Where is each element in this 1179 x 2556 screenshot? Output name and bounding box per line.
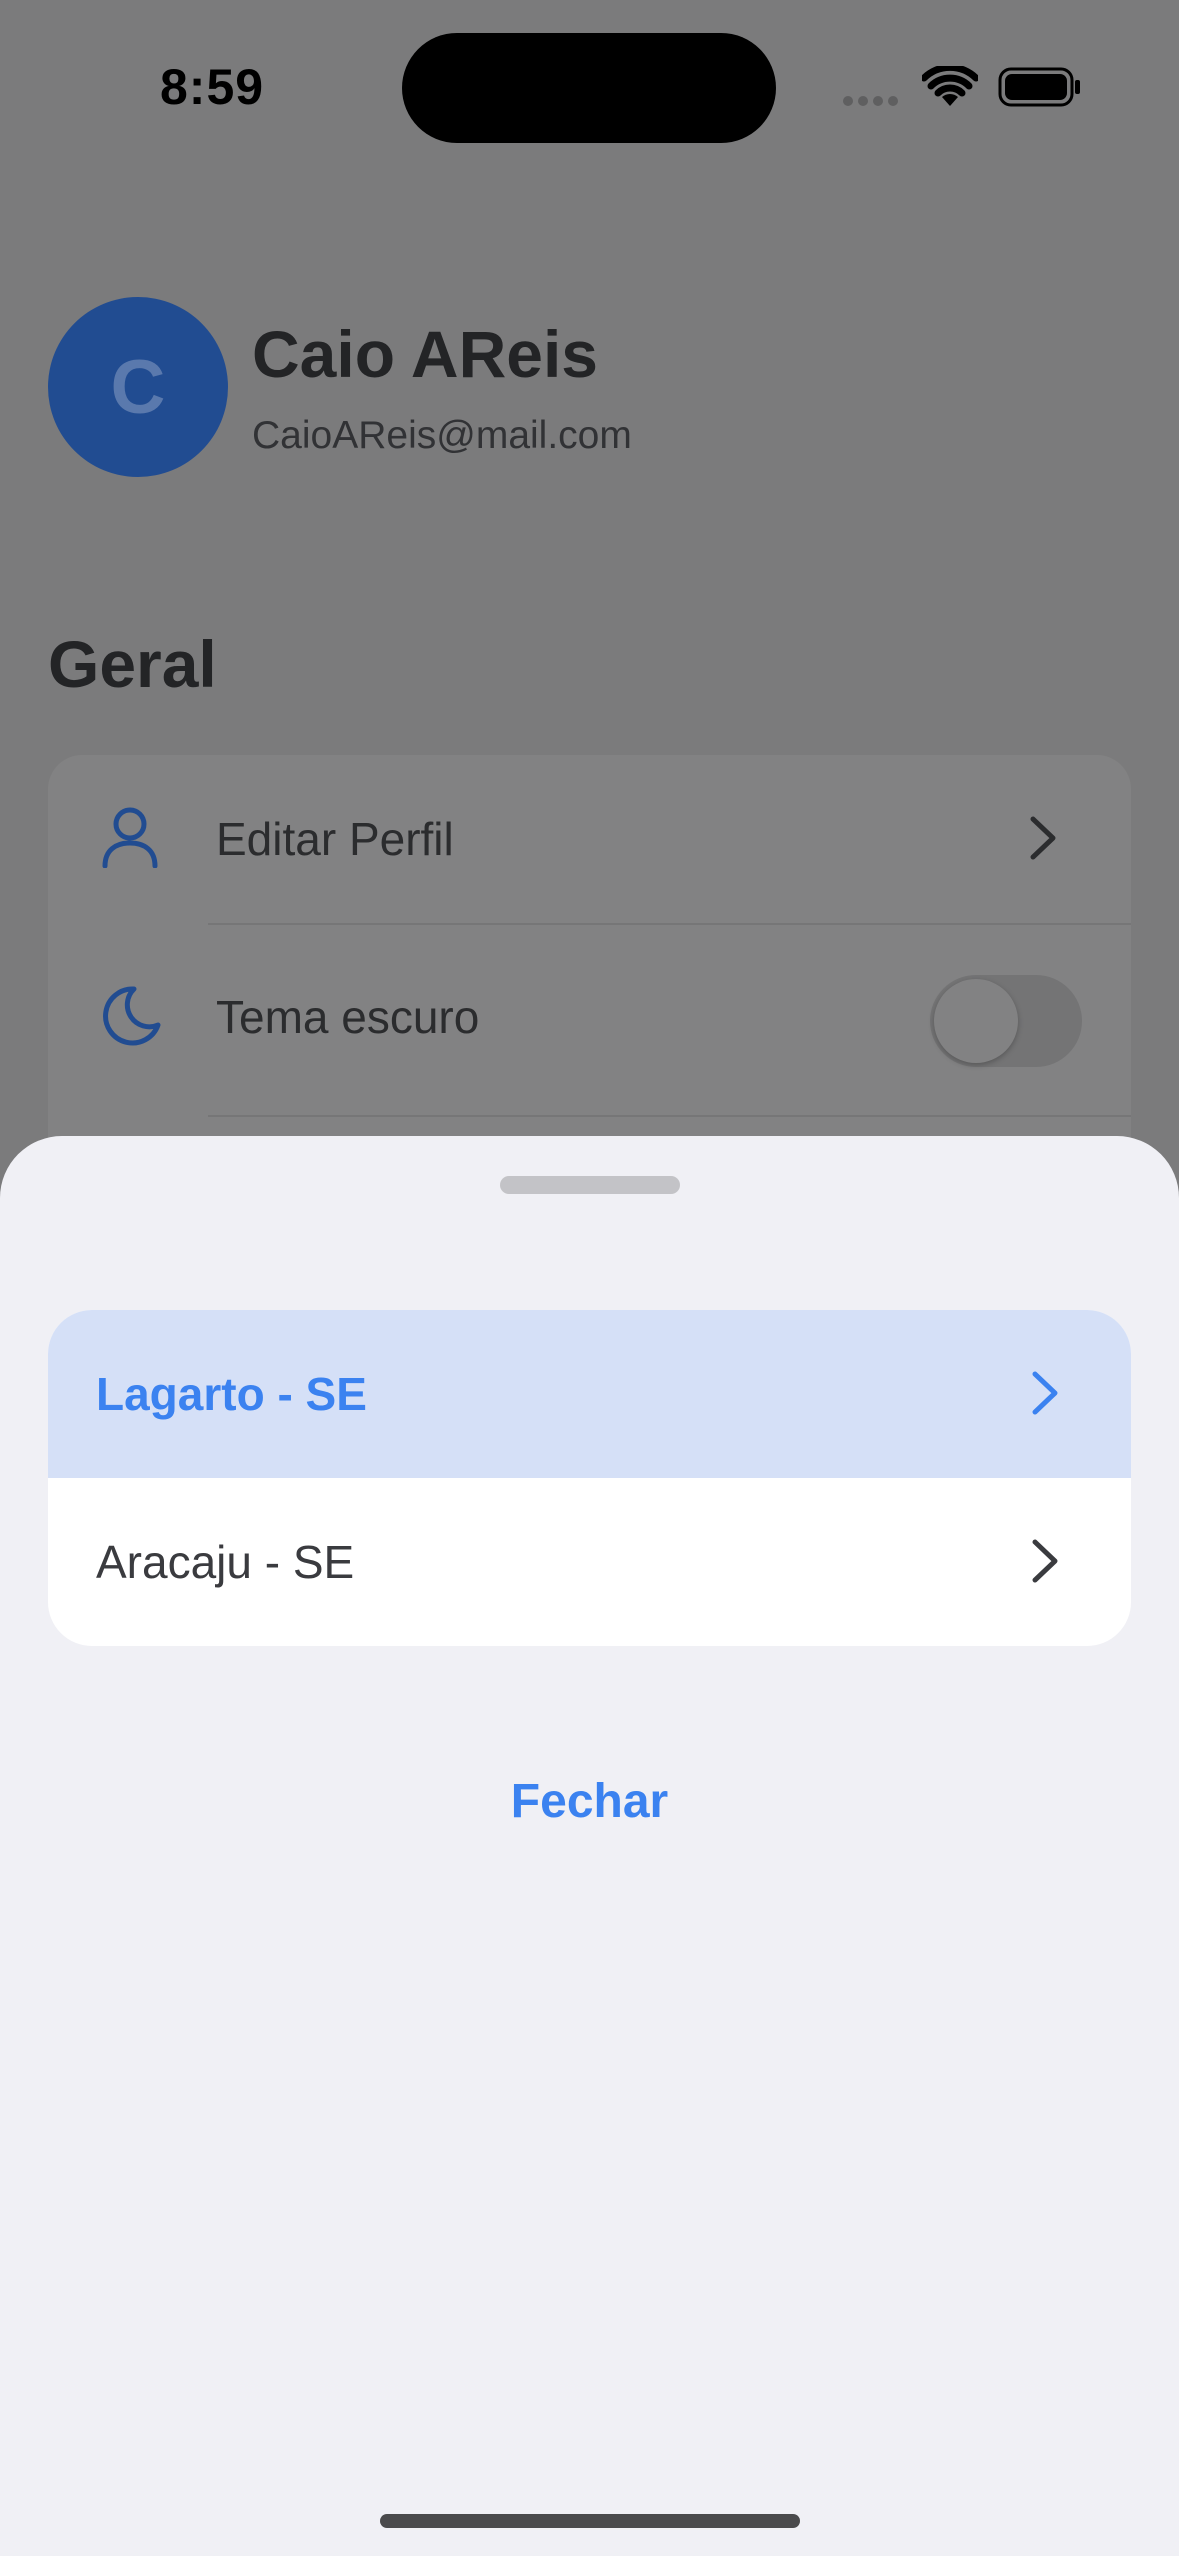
section-title: Geral xyxy=(48,627,217,701)
home-indicator xyxy=(380,2514,800,2528)
dark-theme-toggle[interactable] xyxy=(930,975,1082,1067)
settings-row-label: Tema escuro xyxy=(216,991,480,1043)
settings-row-edit-profile[interactable]: Editar Perfil xyxy=(48,755,1131,915)
location-option-aracaju[interactable]: Aracaju - SE xyxy=(48,1478,1131,1646)
location-option-label: Aracaju - SE xyxy=(96,1536,355,1588)
battery-icon xyxy=(998,66,1082,113)
row-divider xyxy=(208,1115,1131,1117)
signal-dots-icon xyxy=(843,93,903,111)
settings-row-label: Editar Perfil xyxy=(216,813,454,865)
person-icon xyxy=(100,806,160,873)
location-list: Lagarto - SE Aracaju - SE xyxy=(48,1310,1131,1646)
location-option-lagarto[interactable]: Lagarto - SE xyxy=(48,1310,1131,1478)
row-divider xyxy=(208,923,1131,925)
chevron-right-icon xyxy=(1030,1366,1060,1425)
status-time: 8:59 xyxy=(160,59,265,115)
avatar[interactable]: C xyxy=(48,297,228,477)
chevron-right-icon xyxy=(1030,1534,1060,1593)
chevron-right-icon xyxy=(1028,815,1058,866)
dynamic-island xyxy=(402,33,776,143)
user-name: Caio AReis xyxy=(252,317,598,391)
avatar-initial: C xyxy=(110,344,166,430)
moon-icon xyxy=(100,985,162,1052)
sheet-grabber[interactable] xyxy=(500,1176,680,1194)
close-button[interactable]: Fechar xyxy=(0,1774,1179,1829)
bottom-sheet: Lagarto - SE Aracaju - SE Fechar xyxy=(0,1136,1179,2556)
toggle-knob xyxy=(934,979,1018,1063)
user-email: CaioAReis@mail.com xyxy=(252,414,632,457)
wifi-icon xyxy=(920,63,980,113)
location-option-label: Lagarto - SE xyxy=(96,1368,367,1420)
